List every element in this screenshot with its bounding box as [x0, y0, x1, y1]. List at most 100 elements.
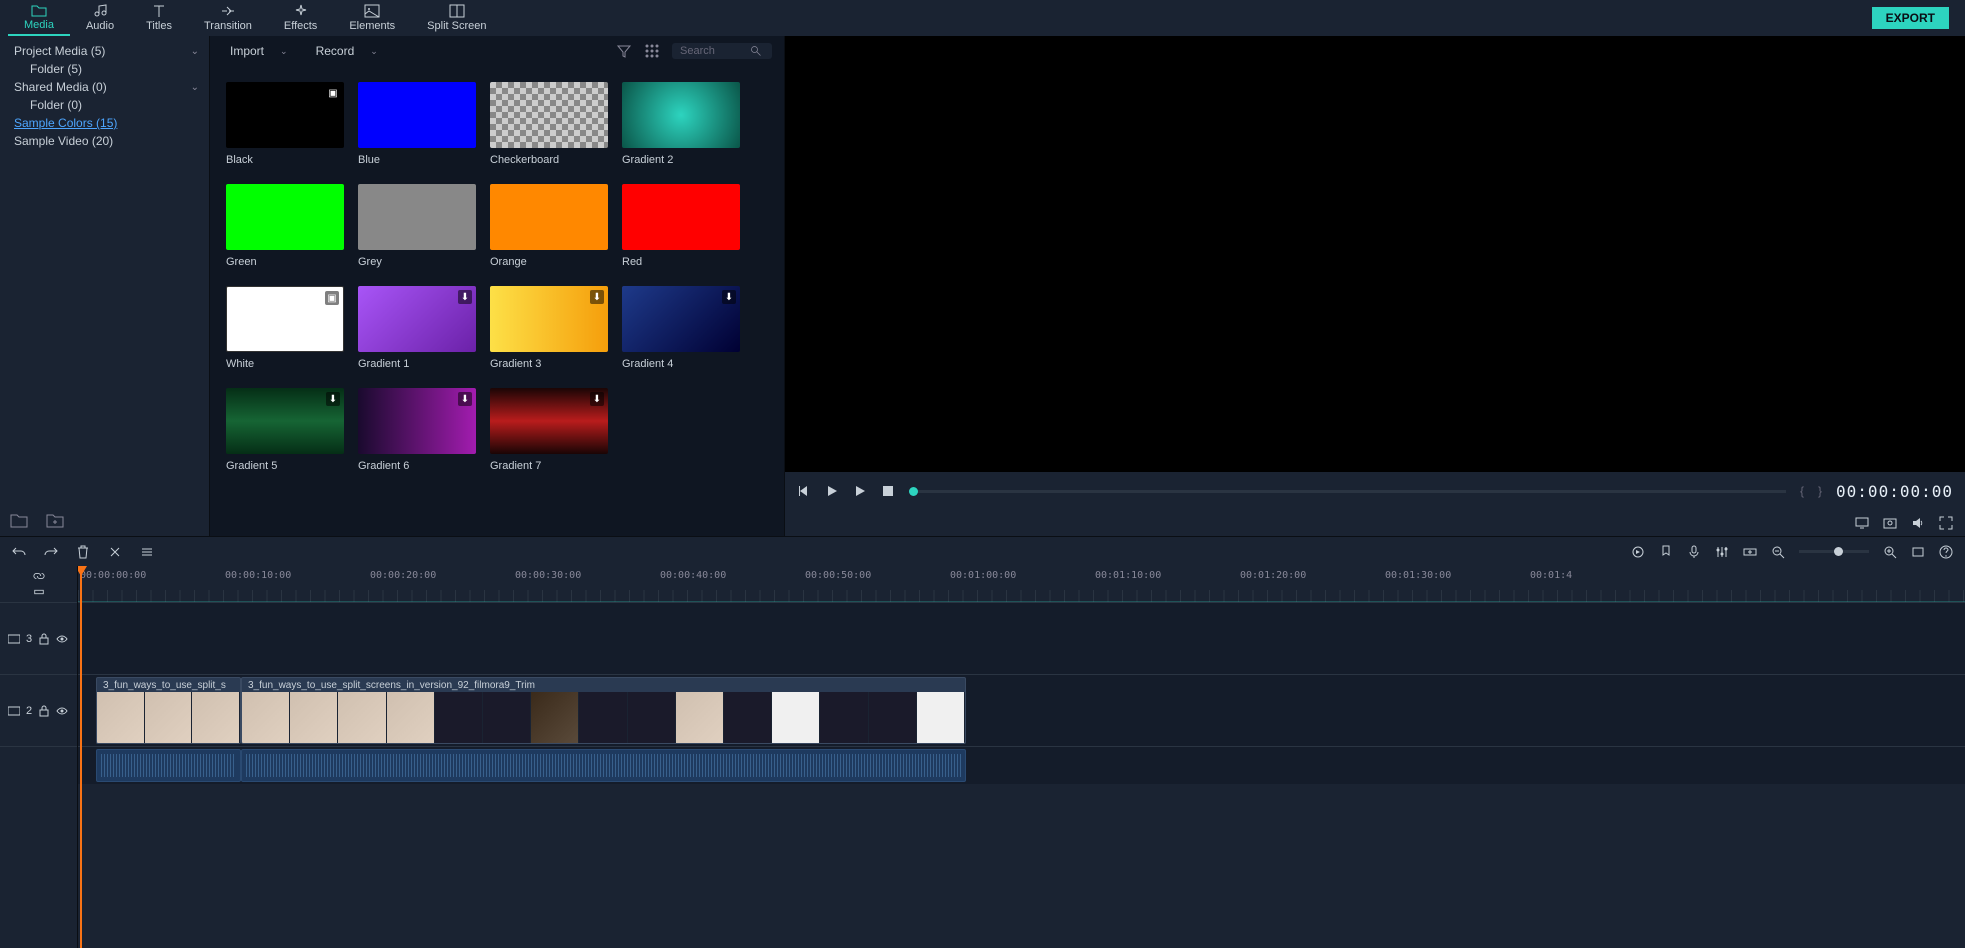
stop-icon[interactable] [881, 484, 895, 498]
marker-icon[interactable] [1659, 545, 1673, 559]
thumbnail-item[interactable]: ⬇Gradient 4 [622, 286, 740, 370]
playhead[interactable] [80, 566, 82, 948]
voiceover-icon[interactable] [1687, 545, 1701, 559]
search-box[interactable] [672, 43, 772, 59]
tab-elements[interactable]: Elements [333, 0, 411, 36]
tab-audio[interactable]: Audio [70, 0, 130, 36]
thumbnail-grid: ▣BlackBlueCheckerboardGradient 2 Green Gre… [210, 66, 784, 488]
lock-icon[interactable] [38, 705, 50, 717]
tree-shared-media[interactable]: Shared Media (0) ⌄ [0, 78, 209, 96]
zoom-fit-icon[interactable] [1911, 545, 1925, 559]
preview-scrubber[interactable] [909, 490, 1786, 493]
lock-icon[interactable] [38, 633, 50, 645]
thumbnail-item[interactable]: Gradient 2 [622, 82, 740, 166]
thumbnail-item[interactable]: Red [622, 184, 740, 268]
filter-icon[interactable] [616, 43, 632, 59]
display-icon[interactable] [1855, 516, 1869, 530]
redo-icon[interactable] [44, 545, 58, 559]
thumbnail-item[interactable]: Blue [358, 82, 476, 166]
thumbnail-label: Green [226, 256, 344, 268]
thumbnail-item[interactable]: Grey [358, 184, 476, 268]
zoom-out-icon[interactable] [1771, 545, 1785, 559]
tracks-area[interactable]: 00:00:00:0000:00:10:0000:00:20:0000:00:3… [78, 566, 1965, 948]
thumbnail-item[interactable]: ⬇Gradient 6 [358, 388, 476, 472]
zoom-handle[interactable] [1834, 547, 1843, 556]
play-icon[interactable] [825, 484, 839, 498]
thumbnail-item[interactable]: ⬇Gradient 5 [226, 388, 344, 472]
thumbnail-item[interactable]: Orange [490, 184, 608, 268]
chevron-down-icon: ⌄ [280, 46, 288, 57]
chevron-down-icon: ⌄ [370, 46, 378, 57]
tab-effects[interactable]: Effects [268, 0, 333, 36]
adjust-icon[interactable] [140, 545, 154, 559]
record-dropdown[interactable]: Record ⌄ [308, 44, 386, 58]
thumbnail-item[interactable]: Green [226, 184, 344, 268]
zoom-slider[interactable] [1799, 550, 1869, 553]
thumbnail-item[interactable]: ▣White [226, 286, 344, 370]
snapshot-icon[interactable] [1883, 516, 1897, 530]
search-input[interactable] [680, 45, 750, 57]
track-header-3[interactable]: 3 [0, 602, 77, 674]
mixer-icon[interactable] [1715, 545, 1729, 559]
search-icon [750, 45, 762, 57]
thumbnail-item[interactable]: ⬇Gradient 1 [358, 286, 476, 370]
next-frame-icon[interactable] [853, 484, 867, 498]
timeline-ruler[interactable]: 00:00:00:0000:00:10:0000:00:20:0000:00:3… [78, 566, 1965, 602]
thumbnail-item[interactable]: ⬇Gradient 3 [490, 286, 608, 370]
mark-out[interactable]: } [1818, 484, 1822, 498]
thumbnail-item[interactable]: ▣Black [226, 82, 344, 166]
zoom-in-icon[interactable] [1883, 545, 1897, 559]
chevron-down-icon: ⌄ [191, 46, 199, 57]
link-icon[interactable] [33, 570, 45, 582]
folder-icon [31, 3, 47, 17]
tree-sample-video[interactable]: Sample Video (20) [0, 132, 209, 150]
eye-icon[interactable] [56, 705, 68, 717]
audio-clip-1[interactable] [96, 749, 241, 782]
video-clip-2[interactable]: 3_fun_ways_to_use_split_screens_in_versi… [241, 677, 966, 744]
render-icon[interactable] [1631, 545, 1645, 559]
tree-sample-colors[interactable]: Sample Colors (15) [0, 114, 209, 132]
track-row-audio[interactable] [78, 746, 1965, 784]
import-dropdown[interactable]: Import ⌄ [222, 44, 296, 58]
tree-label: Folder (0) [30, 98, 82, 112]
mark-in[interactable]: { [1800, 484, 1804, 498]
new-folder-icon[interactable] [10, 512, 28, 528]
thumbnail-item[interactable]: ⬇Gradient 7 [490, 388, 608, 472]
prev-frame-icon[interactable] [797, 484, 811, 498]
preview-screen[interactable] [785, 36, 1965, 472]
track-row-3[interactable] [78, 602, 1965, 674]
image-badge-icon: ▣ [326, 86, 340, 100]
track-row-2[interactable]: 3_fun_ways_to_use_split_s 3_fun_ways_to_… [78, 674, 1965, 746]
download-badge-icon: ⬇ [722, 290, 736, 304]
undo-icon[interactable] [12, 545, 26, 559]
scrubber-handle[interactable] [909, 487, 918, 496]
ruler-tick: 00:00:00:00 [80, 570, 146, 581]
track-header-audio[interactable] [0, 746, 77, 784]
fullscreen-icon[interactable] [1939, 516, 1953, 530]
grid-view-icon[interactable] [644, 43, 660, 59]
audio-clip-2[interactable] [241, 749, 966, 782]
tab-titles[interactable]: Titles [130, 0, 188, 36]
tree-project-media[interactable]: Project Media (5) ⌄ [0, 42, 209, 60]
tab-split-screen[interactable]: Split Screen [411, 0, 502, 36]
eye-icon[interactable] [56, 633, 68, 645]
thumbnail-item[interactable]: Checkerboard [490, 82, 608, 166]
delete-icon[interactable] [76, 545, 90, 559]
split-clip-icon[interactable] [108, 545, 122, 559]
help-icon[interactable] [1939, 545, 1953, 559]
settings-icon[interactable] [33, 586, 45, 598]
video-track-icon [8, 633, 20, 645]
new-folder-plus-icon[interactable] [46, 512, 64, 528]
tree-folder-5[interactable]: Folder (5) [0, 60, 209, 78]
volume-icon[interactable] [1911, 516, 1925, 530]
thumbnail-label: White [226, 358, 344, 370]
export-button[interactable]: EXPORT [1872, 7, 1949, 29]
track-header-2[interactable]: 2 [0, 674, 77, 746]
add-track-icon[interactable] [1743, 545, 1757, 559]
tab-transition[interactable]: Transition [188, 0, 268, 36]
tab-media[interactable]: Media [8, 0, 70, 36]
download-badge-icon: ⬇ [590, 392, 604, 406]
tree-folder-0[interactable]: Folder (0) [0, 96, 209, 114]
video-clip-1[interactable]: 3_fun_ways_to_use_split_s [96, 677, 241, 744]
tab-label: Effects [284, 20, 317, 32]
